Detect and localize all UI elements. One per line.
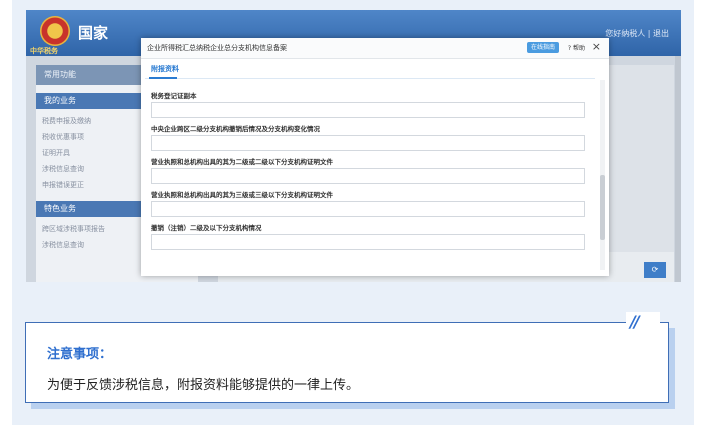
notice-decoration: // bbox=[626, 312, 660, 332]
field-label: 营业执照和总机构出具的其为三级或三级以下分支机构证明文件 bbox=[151, 191, 333, 199]
notice-box: // 注意事项： 为便于反馈涉税信息，附报资料能够提供的一律上传。 bbox=[25, 312, 669, 403]
filing-dialog: 企业所得税汇总纳税企业总分支机构信息备案 在线指南 ? 帮助 × 附报资料 税务… bbox=[141, 38, 609, 276]
close-icon[interactable]: × bbox=[592, 40, 601, 53]
notice-title: 注意事项： bbox=[47, 347, 113, 362]
app-title: 国家 bbox=[78, 24, 109, 42]
help-link[interactable]: ? 帮助 bbox=[568, 43, 585, 52]
upload-field[interactable] bbox=[151, 168, 585, 184]
scrollbar-thumb[interactable] bbox=[600, 175, 605, 240]
upload-field[interactable] bbox=[151, 201, 585, 217]
dialog-header: 企业所得税汇总纳税企业总分支机构信息备案 在线指南 ? 帮助 × bbox=[141, 38, 609, 59]
user-links[interactable]: 您好纳税人 | 退出 bbox=[605, 28, 669, 39]
upload-field[interactable] bbox=[151, 234, 585, 250]
field-label: 中央企业跨区二级分支机构撤销后情况及分支机构变化情况 bbox=[151, 125, 320, 133]
notice-body: 为便于反馈涉税信息，附报资料能够提供的一律上传。 bbox=[47, 378, 360, 393]
tab-indicator bbox=[149, 77, 177, 79]
field-label: 营业执照和总机构出具的其为二级或二级以下分支机构证明文件 bbox=[151, 158, 333, 166]
refresh-button[interactable]: ⟳ bbox=[644, 262, 666, 278]
page-scrollbar[interactable] bbox=[675, 56, 681, 282]
upload-field[interactable] bbox=[151, 135, 585, 151]
field-label: 撤销（注销）二级及以下分支机构情况 bbox=[151, 224, 262, 232]
screenshot-image: 国家 中华税务 您好纳税人 | 退出 常用功能 我的业务 税费申报及缴纳 税收优… bbox=[26, 10, 681, 282]
online-guide-button[interactable]: 在线指南 bbox=[526, 42, 559, 53]
tab-label: 附报资料 bbox=[151, 65, 179, 73]
dialog-scrollbar[interactable] bbox=[600, 80, 605, 270]
dialog-title: 企业所得税汇总纳税企业总分支机构信息备案 bbox=[147, 44, 287, 52]
slash-icon: // bbox=[630, 312, 640, 331]
field-label: 税务登记证副本 bbox=[151, 92, 197, 100]
tax-emblem-icon bbox=[40, 16, 70, 46]
app-subtitle: 中华税务 bbox=[30, 47, 58, 55]
upload-field[interactable] bbox=[151, 102, 585, 118]
tab-attachments[interactable]: 附报资料 bbox=[145, 60, 595, 79]
article-panel: 国家 中华税务 您好纳税人 | 退出 常用功能 我的业务 税费申报及缴纳 税收优… bbox=[12, 0, 694, 425]
